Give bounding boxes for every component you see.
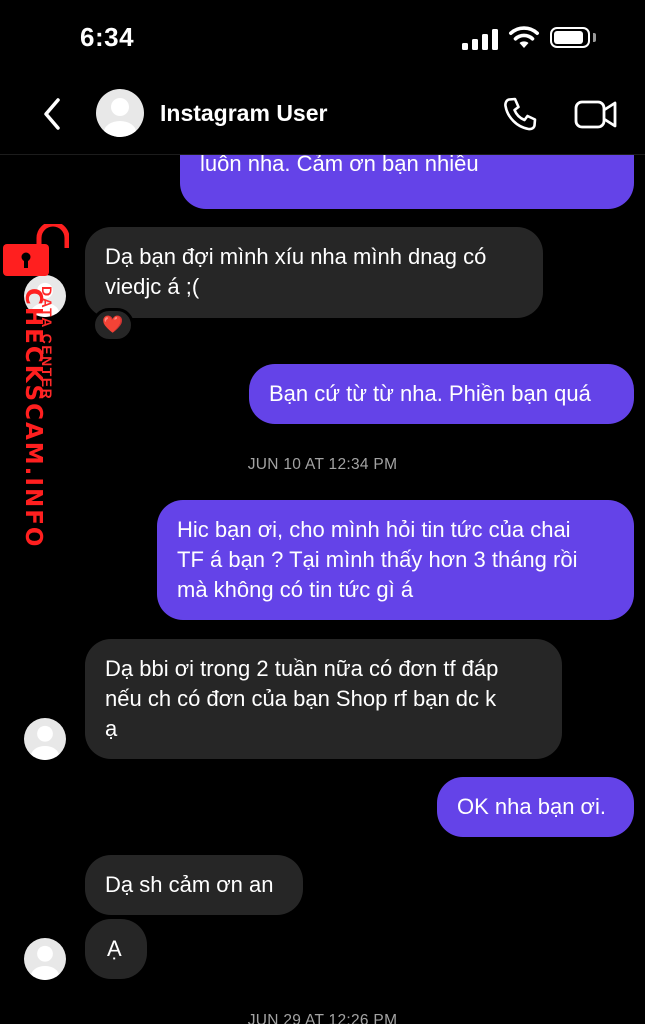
watermark-subtext: DATA CENTER [39, 286, 55, 401]
sender-avatar[interactable] [24, 718, 66, 760]
back-chevron-icon[interactable] [38, 94, 68, 134]
wifi-icon [509, 26, 539, 48]
padlock-watermark-icon [3, 224, 69, 276]
incoming-message[interactable]: Dạ bbi ơi trong 2 tuần nữa có đơn tf đáp… [85, 639, 562, 759]
timestamp: JUN 10 AT 12:34 PM [247, 456, 398, 473]
incoming-message[interactable]: Ạ [85, 919, 147, 979]
outgoing-message[interactable]: Bạn cứ từ từ nha. Phiền bạn quá [249, 364, 634, 424]
message-thread[interactable]: Nếu bạn có nhận thì báo giú cho mình luô… [0, 155, 645, 1024]
battery-cap [593, 33, 596, 42]
incoming-message[interactable]: Dạ bạn đợi mình xíu nha mình dnag có vie… [85, 227, 543, 318]
status-time: 6:34 [80, 22, 135, 52]
battery-level [554, 31, 583, 44]
outgoing-message[interactable]: Hic bạn ơi, cho mình hỏi tin tức của cha… [157, 500, 634, 620]
outgoing-message-partial[interactable]: Nếu bạn có nhận thì báo giú cho mình luô… [180, 155, 634, 209]
phone-call-icon[interactable] [500, 94, 540, 134]
cellular-signal-icon [462, 28, 498, 50]
outgoing-message[interactable]: OK nha bạn ơi. [437, 777, 634, 837]
contact-avatar[interactable] [96, 89, 144, 137]
contact-name[interactable]: Instagram User [160, 100, 327, 127]
incoming-message[interactable]: Dạ sh cảm ơn an [85, 855, 303, 915]
heart-reaction[interactable]: ❤️ [92, 308, 134, 342]
timestamp: JUN 29 AT 12:26 PM [247, 1012, 398, 1024]
video-call-icon[interactable] [573, 95, 619, 133]
battery-icon [550, 27, 590, 48]
sender-avatar[interactable] [24, 938, 66, 980]
